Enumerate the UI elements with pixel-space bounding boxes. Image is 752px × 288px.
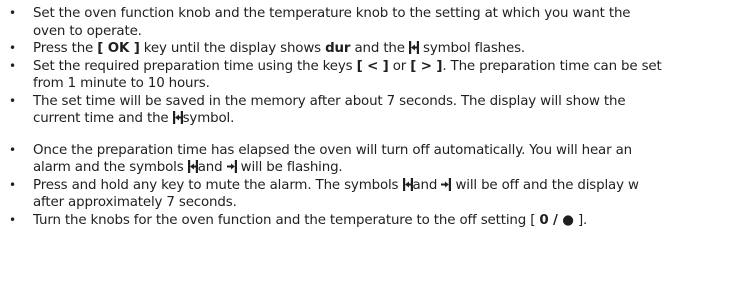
text: Press and hold any key to mute the alarm… [33, 177, 403, 193]
text: or [388, 58, 411, 74]
text: ]. [573, 212, 588, 228]
bullet: • [9, 41, 16, 55]
bullet: • [9, 212, 16, 227]
off-setting-label: 0 / ● [539, 212, 574, 228]
list-item: • The set time will be saved in the memo… [0, 93, 752, 128]
end-time-symbol-icon [441, 177, 452, 191]
text: key until the display shows [139, 41, 326, 56]
list-item: • Turn the knobs for the oven function a… [0, 212, 752, 230]
end-time-symbol-icon [226, 160, 237, 173]
text: will be off and the display w [451, 177, 639, 193]
list-item: • Set the required preparation time usin… [0, 58, 752, 93]
line: oven to operate. [33, 23, 142, 39]
instruction-list: • Set the oven function knob and the tem… [0, 5, 752, 229]
line: The set time will be saved in the memory… [33, 93, 626, 109]
right-key-label: [ > ] [410, 58, 443, 74]
dur-display-label: dur [325, 41, 351, 56]
bullet: • [9, 58, 16, 73]
bullet: • [9, 93, 16, 108]
text: and [412, 177, 442, 193]
text: will be flashing. [236, 160, 343, 175]
line: after approximately 7 seconds. [33, 195, 237, 210]
line: Once the preparation time has elapsed th… [33, 142, 632, 158]
bullet: • [9, 177, 16, 192]
list-item: • Press and hold any key to mute the ala… [0, 177, 752, 212]
text: . The preparation time can be set [442, 58, 662, 74]
text: and the [350, 41, 409, 56]
bullet: • [9, 142, 16, 157]
duration-symbol-icon [172, 111, 183, 124]
text: Set the required preparation time using … [33, 58, 357, 74]
text: symbol. [182, 111, 235, 126]
duration-symbol-icon [402, 177, 413, 191]
list-item: • Set the oven function knob and the tem… [0, 5, 752, 40]
bullet: • [9, 6, 16, 20]
ok-key-label: [ OK ] [97, 41, 140, 56]
duration-symbol-icon [408, 41, 419, 54]
text: current time and the [33, 111, 173, 126]
list-item: • Press the [ OK ] key until the display… [0, 40, 752, 58]
list-item: • Once the preparation time has elapsed … [0, 142, 752, 177]
text: Turn the knobs for the oven function and… [33, 212, 540, 228]
text: symbol flashes. [418, 41, 525, 56]
line: Set the oven function knob and the tempe… [33, 6, 631, 21]
left-key-label: [ < ] [356, 58, 389, 74]
duration-symbol-icon [187, 160, 198, 173]
text: and [197, 160, 227, 175]
text: alarm and the symbols [33, 160, 188, 175]
line: from 1 minute to 10 hours. [33, 76, 210, 91]
text: Press the [33, 41, 98, 56]
instruction-page: • Set the oven function knob and the tem… [0, 0, 752, 288]
